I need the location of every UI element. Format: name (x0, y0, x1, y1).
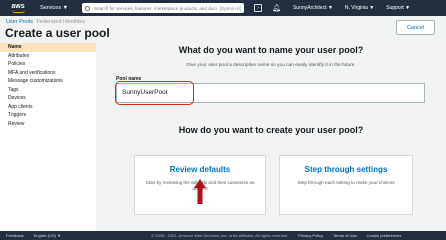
sidebar-item-review[interactable]: Review (0, 120, 96, 129)
sidebar: Name Attributes Policies MFA and verific… (0, 43, 96, 231)
sidebar-item-triggers[interactable]: Triggers (0, 111, 96, 120)
pool-name-highlight-annotation (115, 81, 194, 105)
red-arrow-annotation-icon (194, 179, 206, 204)
sidebar-item-attributes[interactable]: Attributes (0, 52, 96, 61)
breadcrumb: User Pools Federated Identities (6, 19, 85, 25)
aws-logo-text: aws (11, 3, 25, 10)
create-question-heading: How do you want to create your user pool… (178, 125, 364, 135)
aws-logo[interactable]: aws (6, 0, 30, 16)
name-question-subtitle: Give your user pool a descriptive name s… (186, 63, 356, 68)
support-menu[interactable]: Support ▼ (386, 5, 410, 11)
review-defaults-title[interactable]: Review defaults (135, 165, 265, 174)
search-input[interactable]: Search for services, features, marketpla… (82, 3, 245, 13)
sidebar-item-policies[interactable]: Policies (0, 60, 96, 69)
step-through-settings-description: Step through each setting to make your c… (297, 180, 395, 185)
account-menu[interactable]: SunnyArchitect ▼ (293, 5, 333, 11)
feedback-link[interactable]: Feedback (6, 233, 24, 238)
breadcrumb-federated-identities[interactable]: Federated Identities (36, 19, 85, 25)
step-through-settings-card[interactable]: Step through settings Step through each … (279, 155, 413, 215)
name-question-heading: What do you want to name your user pool? (178, 45, 364, 55)
cloudshell-icon[interactable]: › (254, 4, 263, 12)
search-placeholder: Search for services, features, marketpla… (94, 5, 217, 11)
search-shortcut: [Option+S] (219, 5, 242, 11)
privacy-policy-link[interactable]: Privacy Policy (298, 233, 323, 238)
sidebar-item-app-clients[interactable]: App clients (0, 103, 96, 112)
cookie-preferences-link[interactable]: Cookie preferences (367, 233, 402, 238)
footer: Feedback English (US) ▼ © 2008 - 2021, A… (0, 231, 446, 240)
breadcrumb-user-pools[interactable]: User Pools (6, 19, 33, 25)
bell-icon[interactable]: 🔔︎ (272, 4, 281, 12)
sidebar-item-tags[interactable]: Tags (0, 86, 96, 95)
sidebar-item-mfa[interactable]: MFA and verifications (0, 69, 96, 78)
region-menu[interactable]: N. Virginia ▼ (345, 5, 374, 11)
main-content: What do you want to name your user pool?… (96, 43, 446, 231)
language-selector[interactable]: English (US) ▼ (34, 233, 62, 238)
terms-of-use-link[interactable]: Terms of Use (333, 233, 357, 238)
top-navigation-bar: aws Services ▼ Search for services, feat… (0, 0, 446, 16)
page-title: Create a user pool (5, 26, 110, 40)
step-through-settings-title[interactable]: Step through settings (280, 165, 412, 174)
sidebar-item-name[interactable]: Name (0, 43, 96, 52)
sidebar-item-messages[interactable]: Message customizations (0, 77, 96, 86)
services-menu[interactable]: Services ▼ (40, 5, 68, 11)
search-icon (85, 5, 91, 11)
cancel-button[interactable]: Cancel (396, 20, 435, 35)
copyright-text: © 2008 - 2021, Amazon Web Services, Inc.… (151, 233, 289, 238)
aws-smile-icon (11, 10, 25, 13)
sidebar-item-devices[interactable]: Devices (0, 94, 96, 103)
